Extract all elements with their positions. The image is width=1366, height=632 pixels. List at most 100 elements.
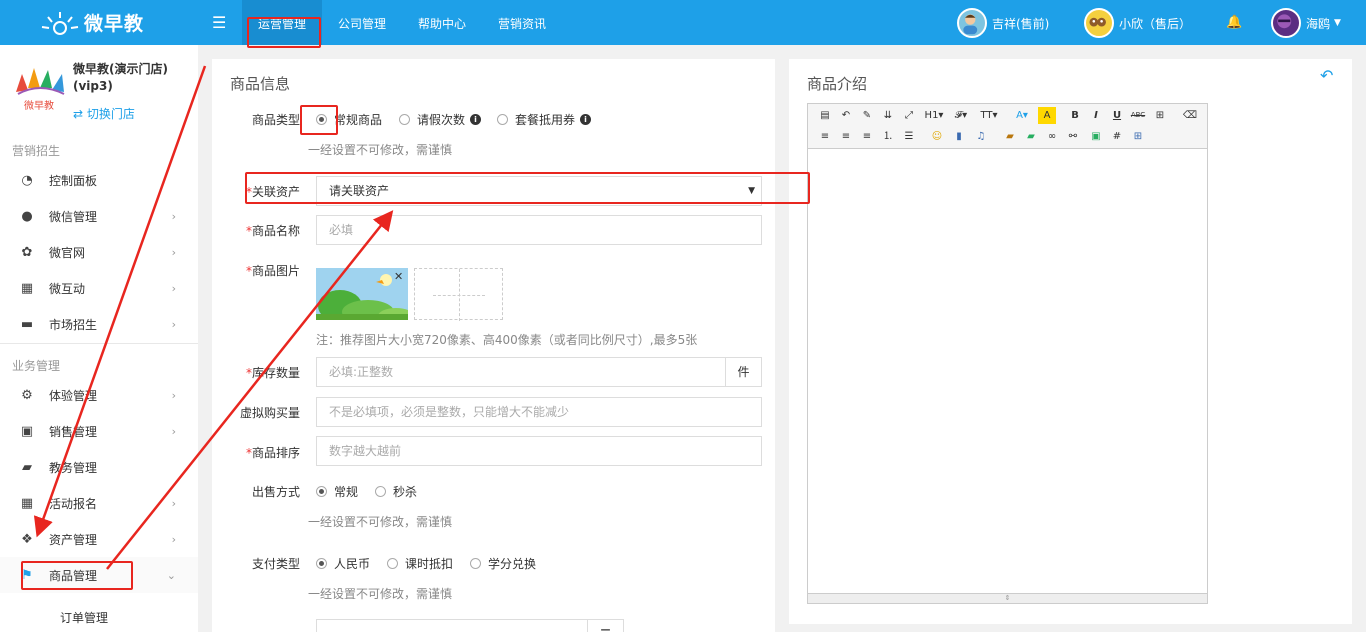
resize-handle-icon[interactable]: ⇕ (808, 593, 1207, 603)
font-color-icon[interactable]: A▾ (1013, 107, 1031, 124)
user-xiaoxin[interactable]: 小欣（售后） (1084, 7, 1191, 39)
music-icon[interactable]: ♫ (972, 128, 990, 145)
chevron-right-icon: › (171, 532, 176, 546)
list-icon[interactable]: ☰ (588, 619, 624, 632)
sale-hint: 一经设置不可修改，需谨慎 (308, 515, 453, 529)
image-label: *商品图片 (220, 262, 300, 279)
annotation-box-product-menu (21, 561, 133, 590)
sidebar-item-label: 微互动 (49, 281, 86, 296)
user-haiou[interactable]: 海鸥 ▼ (1271, 7, 1341, 39)
info-icon[interactable]: i (580, 114, 592, 125)
nav-company[interactable]: 公司管理 (322, 0, 402, 45)
link-icon[interactable]: ∞ (1043, 128, 1061, 145)
file-icon[interactable]: ▮ (950, 128, 968, 145)
radio-flash[interactable] (375, 486, 387, 497)
panel-title: 商品信息 (230, 75, 291, 93)
switch-store-link[interactable]: ⇄ 切换门店 (73, 105, 135, 122)
radio-label: 套餐抵用券 (515, 113, 576, 127)
highlight-icon[interactable]: A (1038, 107, 1056, 124)
radio-rmb[interactable] (316, 558, 327, 569)
clear-format-icon[interactable]: ✎ (858, 107, 876, 124)
align-left-icon[interactable]: ≡ (816, 128, 834, 145)
chevron-down-icon: ▼ (1334, 18, 1341, 28)
product-type-label: 商品类型 (251, 113, 300, 127)
radio-label: 常规 (334, 485, 359, 499)
brand-logo[interactable]: 微早教 (40, 8, 144, 36)
sidebar-item-dashboard[interactable]: ◔ 控制面板 (0, 162, 198, 198)
heading-icon[interactable]: H1▾ (923, 107, 945, 124)
sidebar-item-website[interactable]: ✿ 微官网 › (0, 234, 198, 270)
radio-label: 人民币 (334, 557, 371, 571)
eraser-icon[interactable]: ⌫ (1181, 107, 1199, 124)
cubes-icon: ❖ (21, 531, 33, 547)
radio-label: 请假次数 (417, 113, 466, 127)
radio-normal[interactable] (316, 486, 327, 497)
unordered-list-icon[interactable]: ☰ (900, 128, 918, 145)
store-name: 微早教(演示门店)(vip3) (73, 62, 168, 93)
sidebar-subitem-orders[interactable]: 订单管理 (60, 609, 108, 626)
picture-icon[interactable]: ▣ (1087, 128, 1105, 145)
rich-text-editor[interactable]: ▤ ↶ ✎ ⇊ ⤢ H1▾ 𝓕▾ TT▾ A▾ A B I U ABC ⊞ ⌫ … (807, 103, 1208, 604)
sidebar-item-assets[interactable]: ❖ 资产管理 › (0, 521, 198, 557)
align-center-icon[interactable]: ≡ (837, 128, 855, 145)
sidebar-item-academic[interactable]: ▰ 教务管理 (0, 449, 198, 485)
sidebar-item-sales[interactable]: ▣ 销售管理 › (0, 413, 198, 449)
paw-icon: ✿ (21, 244, 33, 260)
italic-icon[interactable]: I (1087, 107, 1105, 124)
nav-help[interactable]: 帮助中心 (402, 0, 482, 45)
sale-mode-radios: 常规 秒杀 (316, 483, 434, 500)
info-icon[interactable]: i (470, 114, 482, 125)
font-family-icon[interactable]: 𝓕▾ (952, 107, 970, 124)
stock-input[interactable]: 必填:正整数 (316, 357, 726, 387)
font-size-icon[interactable]: TT▾ (978, 107, 1000, 124)
sidebar-item-interaction[interactable]: ▦ 微互动 › (0, 270, 198, 306)
avatar (957, 8, 987, 38)
sidebar-item-wechat[interactable]: ● 微信管理 › (0, 198, 198, 234)
bold-icon[interactable]: B (1066, 107, 1084, 124)
radio-label: 课时抵扣 (405, 557, 454, 571)
notification-bell-icon[interactable]: 🔔 (1226, 15, 1242, 30)
sidebar-item-experience[interactable]: ⚙ 体验管理 › (0, 377, 198, 413)
grid-icon[interactable]: # (1108, 128, 1126, 145)
table-icon[interactable]: ⊞ (1151, 107, 1169, 124)
source-icon[interactable]: ▤ (816, 107, 834, 124)
user-name: 小欣（售后） (1119, 16, 1192, 31)
image-gallery-icon[interactable]: ▰ (1022, 128, 1040, 145)
back-arrow-icon[interactable]: ↶ (1320, 66, 1333, 85)
fullscreen-icon[interactable]: ⤢ (900, 107, 918, 124)
strikethrough-icon[interactable]: ABC (1129, 107, 1147, 124)
plus-icon-vertical (459, 269, 460, 321)
unlink-icon[interactable]: ⚯ (1064, 128, 1082, 145)
underline-icon[interactable]: U (1108, 107, 1126, 124)
remove-image-icon[interactable]: ✕ (394, 270, 403, 283)
insert-row-icon[interactable]: ⇊ (879, 107, 897, 124)
radio-class-hours[interactable] (387, 558, 399, 569)
chevron-right-icon: › (171, 424, 176, 438)
sidebar-item-label: 资产管理 (49, 532, 98, 547)
radio-voucher[interactable] (497, 114, 509, 125)
image-icon[interactable]: ▰ (1001, 128, 1019, 145)
switch-store-label: 切换门店 (86, 107, 135, 121)
nav-marketing-news[interactable]: 营销资讯 (482, 0, 562, 45)
product-name-input[interactable]: 必填 (316, 215, 762, 245)
undo-icon[interactable]: ↶ (837, 107, 855, 124)
radio-leave[interactable] (399, 114, 411, 125)
sidebar-item-events[interactable]: ▦ 活动报名 › (0, 485, 198, 521)
user-jixiang[interactable]: 吉祥(售前) (957, 7, 1049, 39)
emoji-icon[interactable]: ☺ (928, 128, 946, 145)
radio-label: 秒杀 (393, 485, 418, 499)
align-right-icon[interactable]: ≡ (858, 128, 876, 145)
virtual-purchase-input[interactable]: 不是必填项，必须是整数，只能增大不能减少 (316, 397, 762, 427)
image-upload-slot[interactable] (414, 268, 503, 321)
partial-input[interactable] (316, 619, 588, 632)
pay-hint: 一经设置不可修改，需谨慎 (308, 587, 453, 601)
sort-input[interactable]: 数字越大越前 (316, 436, 762, 466)
editor-toolbar: ▤ ↶ ✎ ⇊ ⤢ H1▾ 𝓕▾ TT▾ A▾ A B I U ABC ⊞ ⌫ … (808, 104, 1207, 149)
switch-icon: ⇄ (73, 107, 84, 121)
sidebar-item-market[interactable]: ▬ 市场招生 › (0, 306, 198, 342)
chevron-right-icon: › (171, 496, 176, 510)
radio-credits[interactable] (470, 558, 482, 569)
insert-table-icon[interactable]: ⊞ (1129, 128, 1147, 145)
ordered-list-icon[interactable]: ⒈ (879, 128, 897, 145)
menu-toggle-icon[interactable]: ☰ (212, 13, 226, 32)
